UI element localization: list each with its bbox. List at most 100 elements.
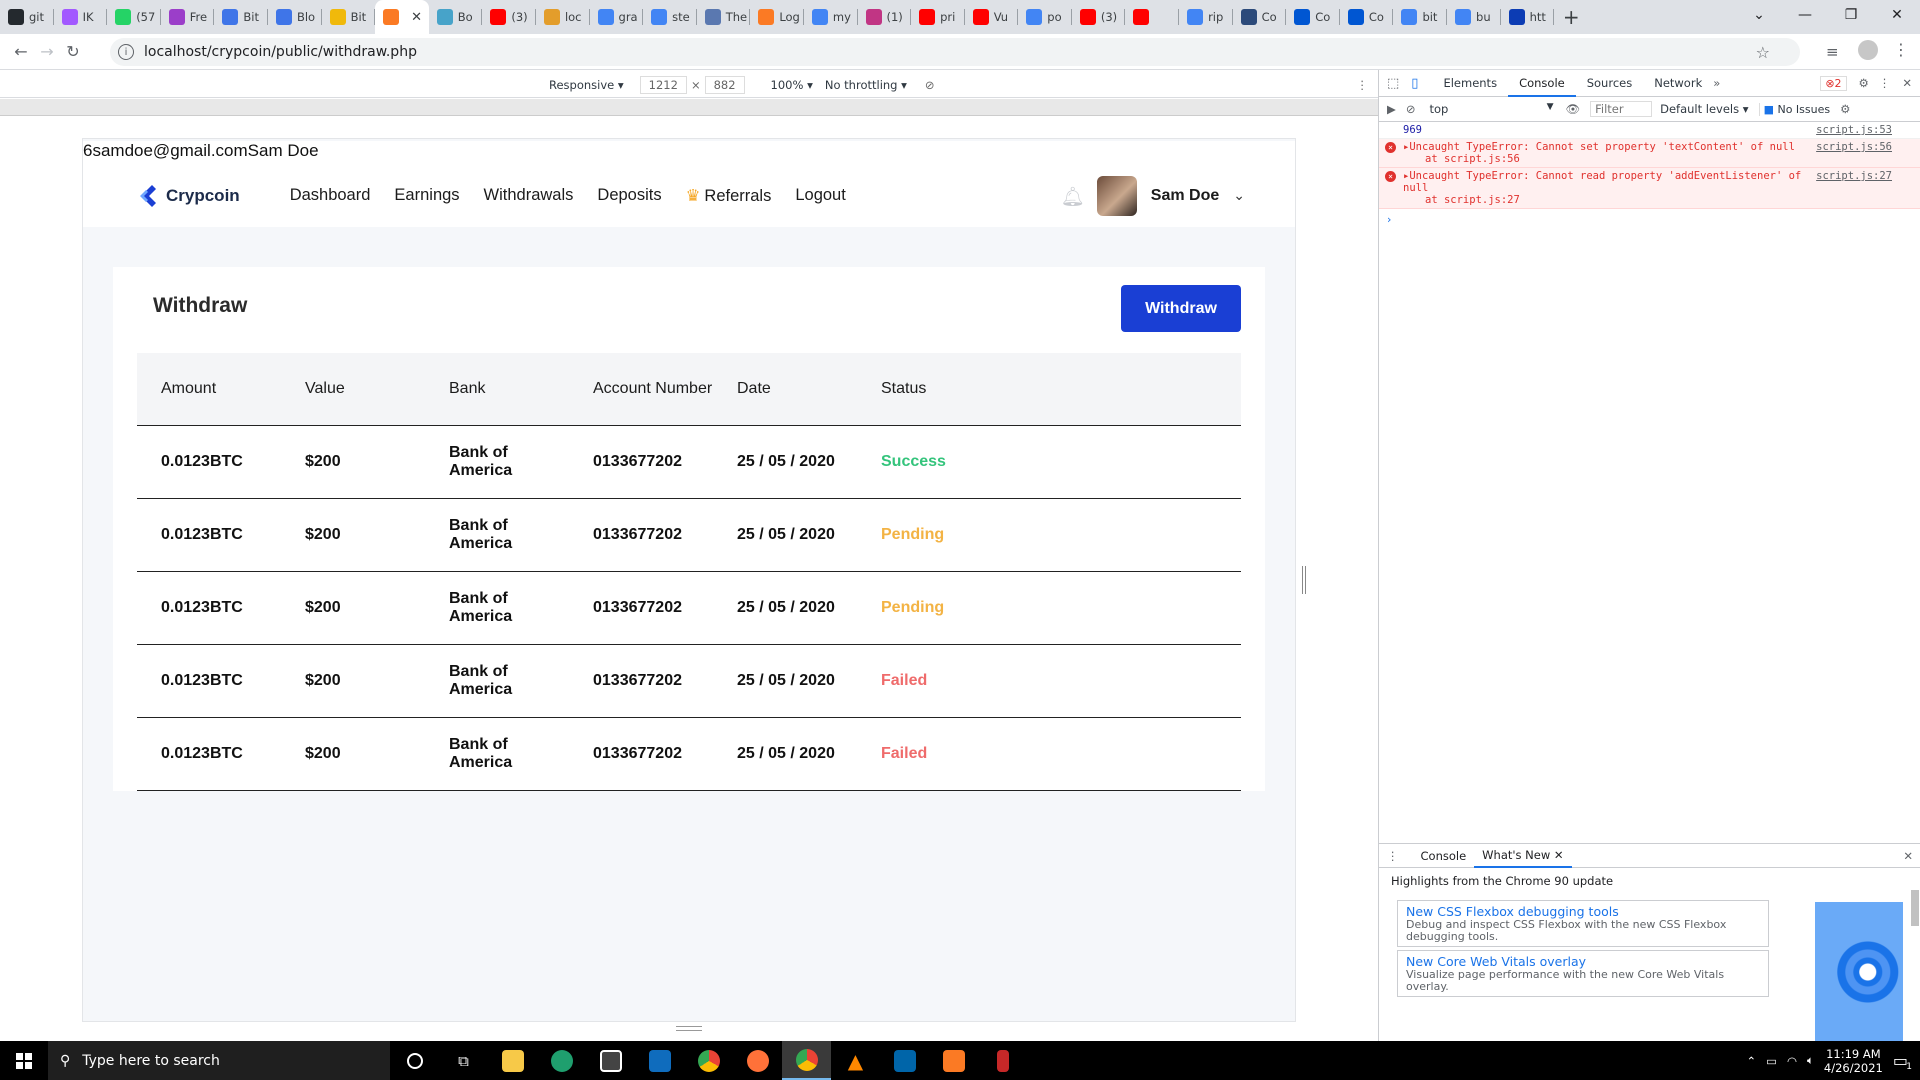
wifi-icon[interactable]: ◠ <box>1787 1054 1797 1068</box>
profile-avatar[interactable] <box>1858 40 1878 60</box>
device-toggle-icon[interactable]: ▯ <box>1411 76 1418 91</box>
nav-logout[interactable]: Logout <box>795 186 845 206</box>
source-link[interactable]: script.js:27 <box>1816 170 1892 182</box>
browser-tab[interactable]: ste <box>643 0 697 34</box>
browser-tab[interactable]: loc <box>536 0 590 34</box>
taskbar-search[interactable]: ⚲ Type here to search <box>48 1041 390 1080</box>
settings-gear-icon[interactable]: ⚙ <box>1859 76 1869 90</box>
browser-tab[interactable]: (57 <box>107 0 161 34</box>
task-view-icon[interactable]: ⧉ <box>439 1041 488 1080</box>
restore-button[interactable]: ❐ <box>1828 0 1874 30</box>
browser-tab[interactable]: Co <box>1340 0 1394 34</box>
media-icon[interactable]: ≡ <box>1826 43 1839 61</box>
throttle-select[interactable]: No throttling ▾ <box>825 78 907 92</box>
brand-logo[interactable]: Crypcoin <box>136 183 240 209</box>
minimize-button[interactable]: — <box>1782 0 1828 30</box>
user-menu[interactable]: 🔔︎ Sam Doe ⌄ <box>1061 164 1245 227</box>
stack-trace-link[interactable]: at script.js:27 <box>1403 194 1912 206</box>
reload-icon[interactable]: ↻ <box>60 42 86 61</box>
console-prompt[interactable]: › <box>1379 209 1920 230</box>
nav-referrals[interactable]: ♛ Referrals <box>686 186 772 206</box>
browser-tab[interactable]: Bit <box>214 0 268 34</box>
whats-new-card[interactable]: New CSS Flexbox debugging tools Debug an… <box>1397 900 1769 947</box>
log-levels-select[interactable]: Default levels ▾ <box>1660 102 1748 116</box>
bookmark-star-icon[interactable]: ☆ <box>1756 43 1770 62</box>
source-link[interactable]: script.js:56 <box>1816 141 1892 153</box>
file-explorer-icon[interactable] <box>488 1041 537 1080</box>
browser-tab[interactable]: Bo <box>429 0 483 34</box>
browser-tab[interactable]: git <box>0 0 54 34</box>
browser-tab[interactable]: Bit <box>322 0 376 34</box>
drawer-tab-whats-new[interactable]: What's New ✕ <box>1474 844 1572 868</box>
browser-tab[interactable]: bu <box>1447 0 1501 34</box>
browser-tab[interactable]: rip <box>1179 0 1233 34</box>
tab-console[interactable]: Console <box>1508 70 1576 97</box>
store-icon[interactable] <box>586 1041 635 1080</box>
nav-earnings[interactable]: Earnings <box>394 186 459 206</box>
close-tab-icon[interactable]: ✕ <box>411 10 422 25</box>
firefox-icon[interactable] <box>733 1041 782 1080</box>
browser-tab[interactable]: Co <box>1286 0 1340 34</box>
drawer-scrollbar[interactable] <box>1911 890 1919 926</box>
vscode-icon[interactable] <box>880 1041 929 1080</box>
drawer-menu-icon[interactable]: ⋮ <box>1387 849 1399 863</box>
address-bar[interactable]: i localhost/crypcoin/public/withdraw.php… <box>110 38 1800 66</box>
console-settings-icon[interactable]: ⚙ <box>1840 102 1850 116</box>
tool-icon[interactable] <box>978 1041 1027 1080</box>
browser-tab[interactable]: IK <box>54 0 108 34</box>
browser-tab[interactable]: htt <box>1501 0 1555 34</box>
stack-trace-link[interactable]: at script.js:56 <box>1403 153 1912 165</box>
xampp-taskbar-icon[interactable] <box>929 1041 978 1080</box>
context-select[interactable]: top ▼ <box>1430 102 1554 116</box>
mail-icon[interactable] <box>635 1041 684 1080</box>
tab-network[interactable]: Network <box>1643 70 1713 97</box>
nav-withdrawals[interactable]: Withdrawals <box>484 186 574 206</box>
nav-dashboard[interactable]: Dashboard <box>290 186 371 206</box>
width-input[interactable]: 1212 <box>639 75 687 94</box>
chrome-active-icon[interactable] <box>782 1041 831 1080</box>
volume-icon[interactable]: 🔈︎ <box>1807 1053 1814 1068</box>
browser-tab[interactable]: (1) <box>858 0 912 34</box>
source-link[interactable]: script.js:53 <box>1816 124 1892 136</box>
browser-tab[interactable] <box>1125 0 1179 34</box>
issues-counter[interactable]: ■ No Issues <box>1758 102 1830 116</box>
browser-tab[interactable]: gra <box>590 0 644 34</box>
new-tab-icon[interactable]: + <box>1554 5 1588 29</box>
browser-tab[interactable]: po <box>1018 0 1072 34</box>
height-input[interactable]: 882 <box>704 75 745 94</box>
media-query-ruler[interactable] <box>0 99 1378 116</box>
rotate-icon[interactable]: ⊘ <box>925 78 935 92</box>
viewport-resize-handle[interactable] <box>1302 566 1306 594</box>
browser-tab[interactable]: ✕ <box>375 0 429 34</box>
inspect-icon[interactable]: ⬚ <box>1387 76 1399 91</box>
tray-overflow-icon[interactable]: ⌃ <box>1746 1054 1756 1068</box>
browser-tab[interactable]: (3) <box>1072 0 1126 34</box>
close-drawer-icon[interactable]: ✕ <box>1903 849 1913 863</box>
close-window-button[interactable]: ✕ <box>1874 0 1920 30</box>
browser-tab[interactable]: my <box>804 0 858 34</box>
drawer-tab-console[interactable]: Console <box>1413 849 1475 863</box>
notifications-icon[interactable]: ▭ 1 <box>1893 1051 1912 1072</box>
browser-tab[interactable]: Blo <box>268 0 322 34</box>
windows-start-icon[interactable] <box>0 1041 48 1080</box>
avatar[interactable] <box>1096 175 1137 216</box>
eye-icon[interactable]: 👁︎ <box>1566 102 1581 116</box>
clear-console-icon[interactable]: ⊘ <box>1406 102 1416 116</box>
clock[interactable]: 11:19 AM 4/26/2021 <box>1824 1047 1883 1075</box>
edge-icon[interactable] <box>537 1041 586 1080</box>
chevron-down-icon[interactable]: ⌄ <box>1233 187 1245 204</box>
whats-new-card[interactable]: New Core Web Vitals overlay Visualize pa… <box>1397 950 1769 997</box>
tab-sources[interactable]: Sources <box>1576 70 1644 97</box>
devtools-menu-icon[interactable]: ⋮ <box>1879 76 1891 90</box>
tab-elements[interactable]: Elements <box>1432 70 1508 97</box>
browser-tab[interactable]: (3) <box>482 0 536 34</box>
console-filter-input[interactable]: Filter <box>1590 101 1653 117</box>
device-mode-select[interactable]: Responsive ▾ <box>549 78 624 92</box>
battery-icon[interactable]: ▭ <box>1766 1054 1777 1068</box>
withdraw-button[interactable]: Withdraw <box>1121 285 1241 332</box>
vlc-icon[interactable]: ▲ <box>831 1041 880 1080</box>
browser-tab[interactable]: Fre <box>161 0 215 34</box>
browser-tab[interactable]: pri <box>911 0 965 34</box>
device-toolbar-menu-icon[interactable]: ⋮ <box>1357 78 1369 92</box>
tab-search-icon[interactable]: ⌄ <box>1736 0 1782 30</box>
